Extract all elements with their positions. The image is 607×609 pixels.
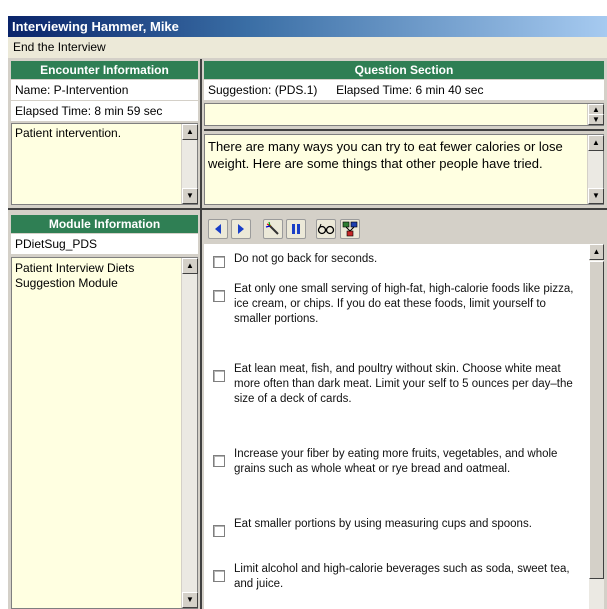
module-description: Patient Interview Diets Suggestion Modul… — [15, 261, 135, 290]
options-scrollbar[interactable]: ▲ — [589, 244, 604, 609]
scroll-up-icon[interactable]: ▲ — [182, 258, 198, 274]
navigation-toolbar — [204, 219, 604, 241]
scroll-down-icon[interactable]: ▼ — [588, 114, 604, 125]
encounter-notes[interactable]: Patient intervention. ▲ ▼ — [11, 123, 198, 205]
option-checkbox[interactable] — [213, 455, 225, 467]
question-status-line: Suggestion: (PDS.1) Elapsed Time: 6 min … — [204, 80, 604, 100]
encounter-elapsed: Elapsed Time: 8 min 59 sec — [11, 101, 198, 121]
answer-scrollbar[interactable]: ▲ ▼ — [587, 104, 604, 125]
interview-window: Interviewing Hammer, Mike End the Interv… — [8, 16, 607, 609]
menu-end-interview[interactable]: End the Interview — [13, 40, 106, 54]
glasses-icon[interactable] — [316, 219, 336, 239]
magic-wand-icon[interactable] — [263, 219, 283, 239]
forward-arrow-icon[interactable] — [231, 219, 251, 239]
option-label: Eat lean meat, fish, and poultry without… — [234, 363, 573, 405]
module-description-box: Patient Interview Diets Suggestion Modul… — [11, 257, 198, 609]
question-elapsed: Elapsed Time: 6 min 40 sec — [336, 83, 484, 97]
option-label: Eat only one small serving of high-fat, … — [234, 283, 574, 325]
scroll-down-icon[interactable]: ▼ — [182, 188, 198, 204]
notes-scrollbar[interactable]: ▲ ▼ — [181, 124, 198, 204]
scroll-up-icon[interactable]: ▲ — [588, 135, 604, 151]
option-checkbox[interactable] — [213, 525, 225, 537]
scroll-up-icon[interactable]: ▲ — [182, 124, 198, 140]
option-checkbox[interactable] — [213, 256, 225, 268]
scroll-down-icon[interactable]: ▼ — [588, 188, 604, 204]
option-checkbox[interactable] — [213, 570, 225, 582]
option-checkbox[interactable] — [213, 370, 225, 382]
answer-splitter[interactable] — [204, 129, 604, 131]
encounter-header: Encounter Information — [11, 61, 198, 79]
option-label: Limit alcohol and high-calorie beverages… — [234, 563, 570, 590]
option-checkbox[interactable] — [213, 290, 225, 302]
scroll-thumb[interactable] — [589, 261, 604, 579]
module-id: PDietSug_PDS — [11, 234, 198, 254]
question-prompt-text: There are many ways you can try to eat f… — [208, 139, 563, 171]
flowchart-icon[interactable] — [340, 219, 360, 239]
option-label: Do not go back for seconds. — [234, 253, 378, 265]
suggestion-options-list: Do not go back for seconds. Eat only one… — [204, 244, 589, 609]
encounter-notes-text: Patient intervention. — [15, 126, 122, 140]
option-label: Eat smaller portions by using measuring … — [234, 518, 532, 530]
pause-icon[interactable] — [286, 219, 306, 239]
encounter-name: Name: P-Intervention — [11, 80, 198, 100]
module-scrollbar[interactable]: ▲ ▼ — [181, 258, 198, 608]
scroll-up-icon[interactable]: ▲ — [589, 244, 604, 260]
question-prompt-box: There are many ways you can try to eat f… — [204, 134, 604, 205]
question-header: Question Section — [204, 61, 604, 79]
option-label: Increase your fiber by eating more fruit… — [234, 448, 558, 475]
window-title: Interviewing Hammer, Mike — [8, 16, 607, 37]
prompt-scrollbar[interactable]: ▲ ▼ — [587, 135, 604, 204]
scroll-down-icon[interactable]: ▼ — [182, 592, 198, 608]
module-header: Module Information — [11, 215, 198, 233]
question-suggestion: Suggestion: (PDS.1) — [208, 83, 318, 97]
menu-bar: End the Interview — [8, 37, 607, 58]
answer-input[interactable]: ▲ ▼ — [204, 103, 604, 126]
back-arrow-icon[interactable] — [208, 219, 228, 239]
horizontal-splitter[interactable] — [8, 208, 607, 210]
vertical-splitter[interactable] — [200, 59, 202, 609]
